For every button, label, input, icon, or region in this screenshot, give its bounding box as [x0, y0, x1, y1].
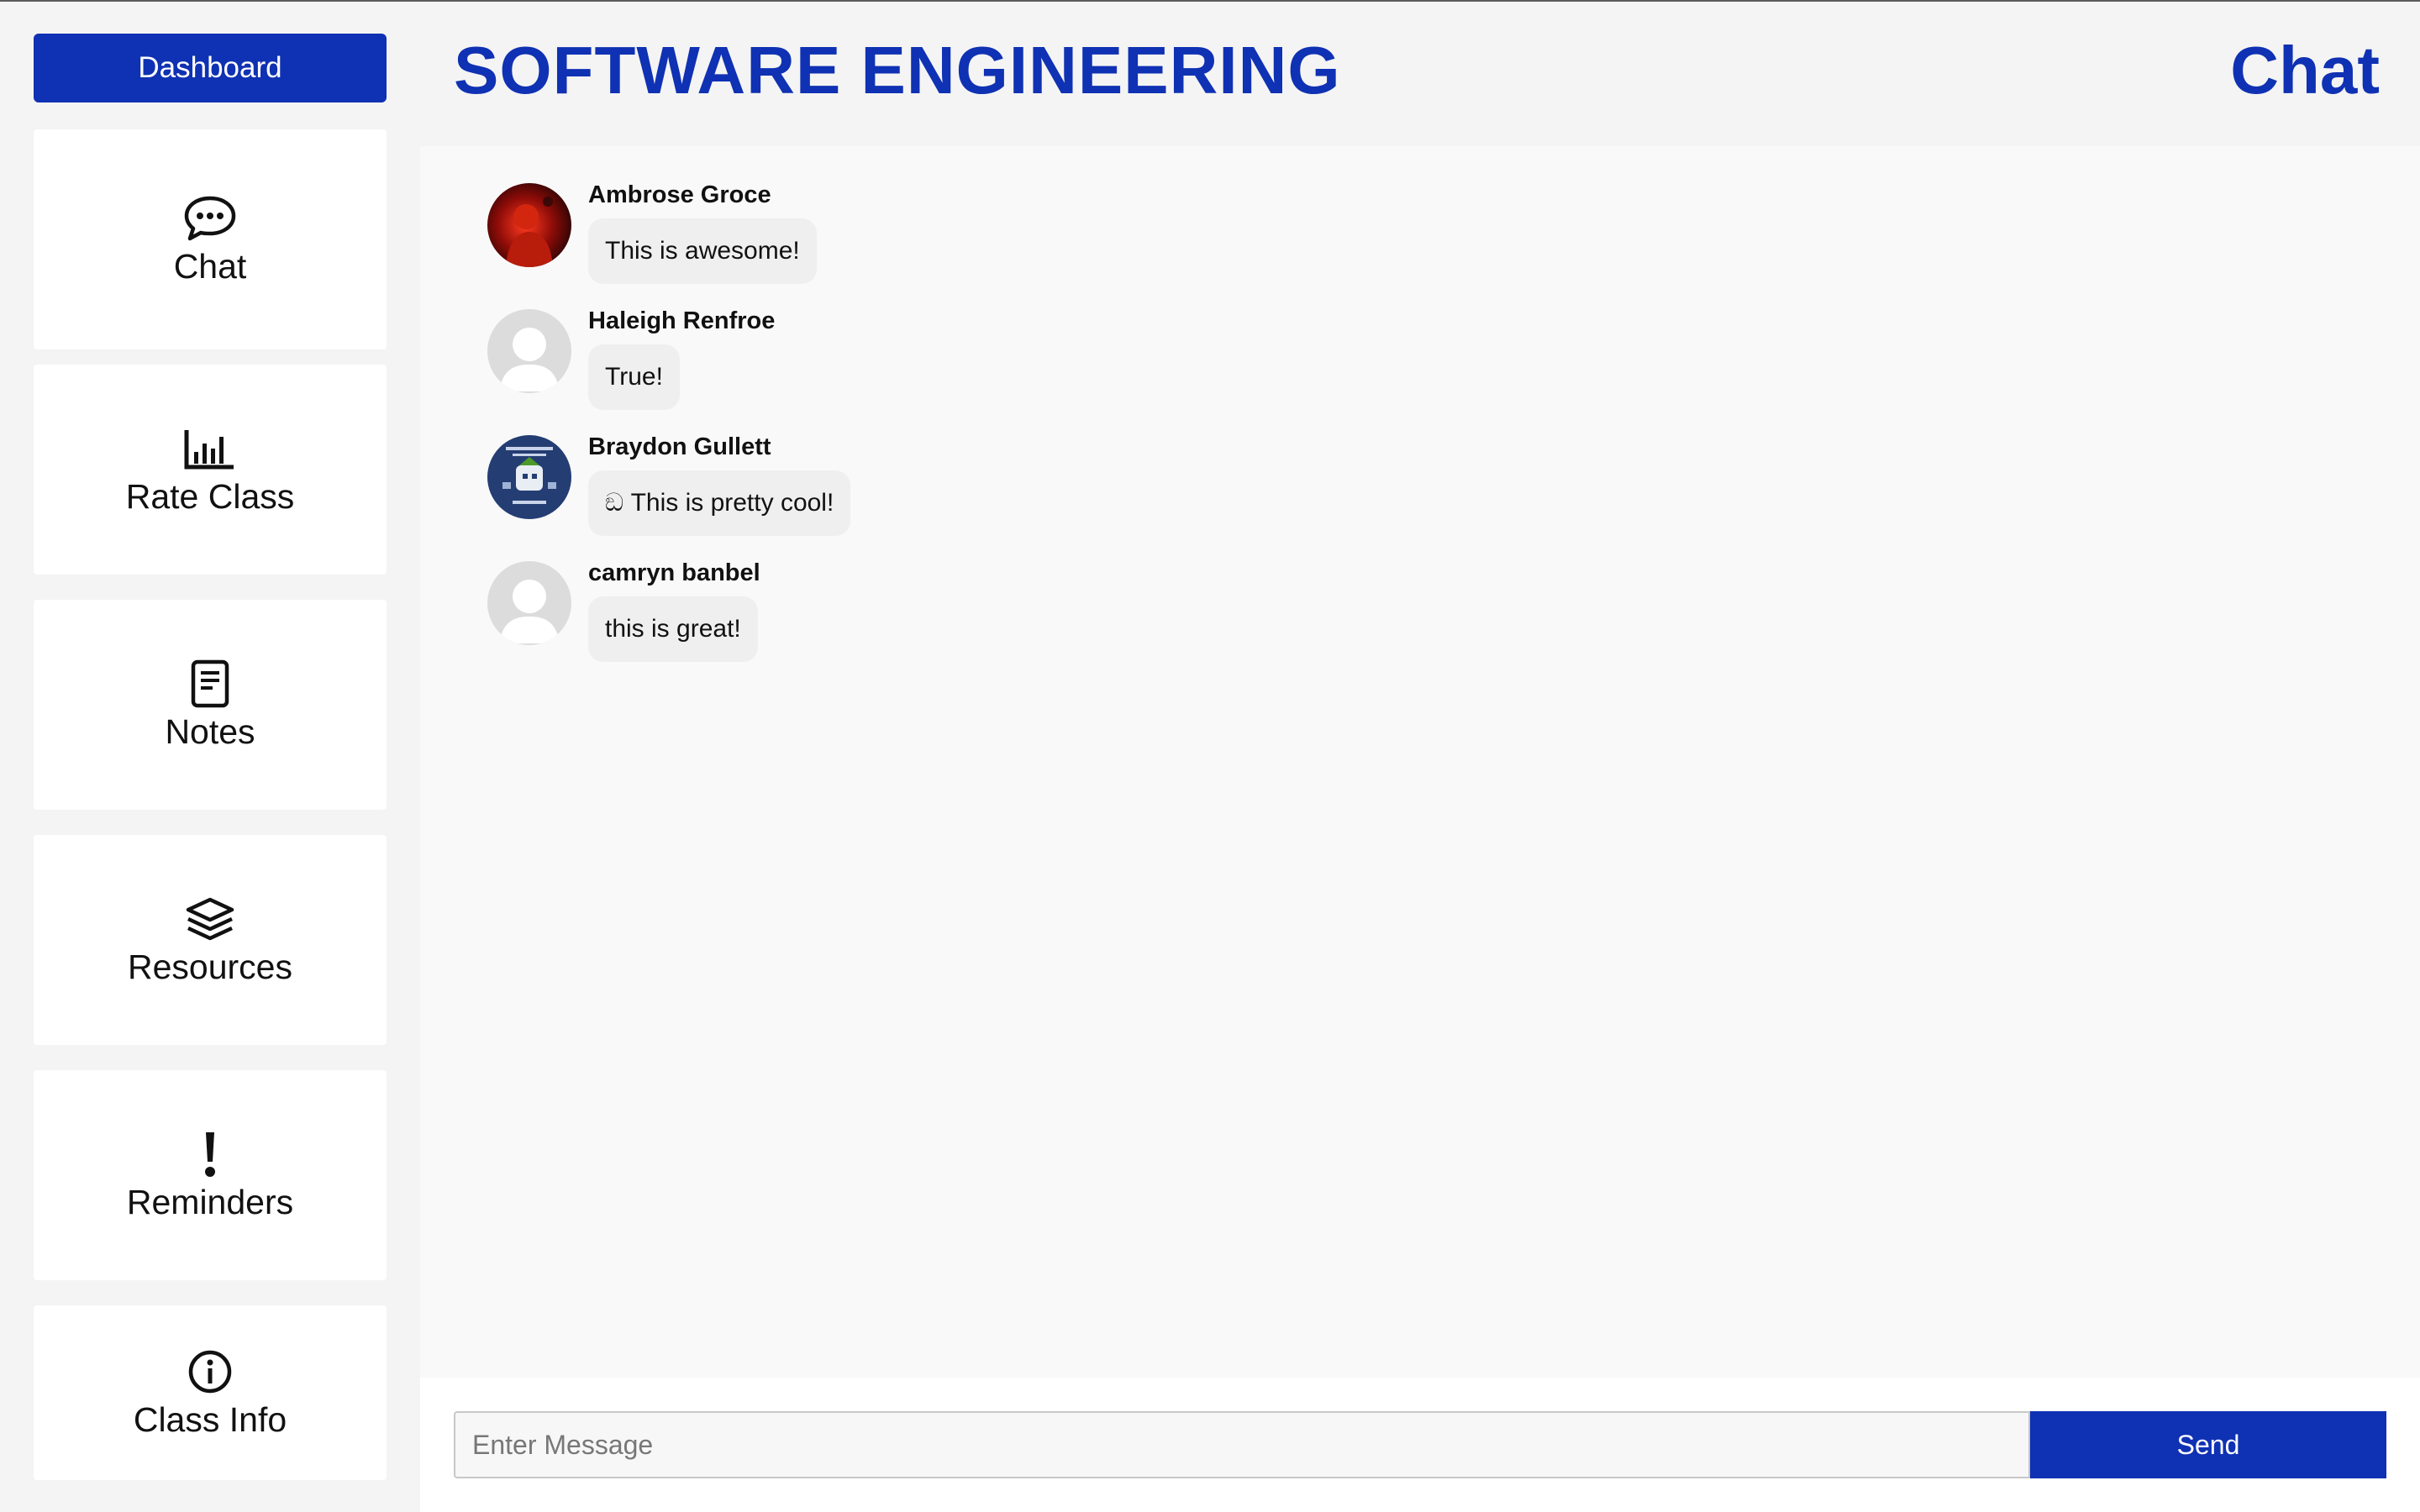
sidebar-item-label: Chat	[173, 247, 247, 286]
sidebar-item-label: Reminders	[126, 1183, 294, 1221]
notes-icon	[181, 657, 239, 711]
avatar[interactable]	[487, 561, 571, 645]
chat-messages-panel[interactable]: Ambrose Groce This is awesome! Haleigh R…	[420, 146, 2420, 1378]
sidebar-item-reminders[interactable]: Reminders	[34, 1070, 387, 1280]
sidebar-item-resources[interactable]: Resources	[34, 835, 387, 1045]
info-icon	[181, 1345, 239, 1399]
sidebar-item-label: Resources	[128, 948, 292, 986]
chat-bubble-icon	[181, 192, 239, 245]
sidebar-item-label: Class Info	[133, 1400, 287, 1439]
message-sender: camryn banbel	[588, 559, 760, 586]
sidebar-item-label: Rate Class	[125, 477, 295, 516]
sidebar-item-chat[interactable]: Chat	[34, 129, 387, 349]
app-window: Dashboard Chat Rate Class Notes Resource…	[0, 0, 2420, 1512]
message-input[interactable]	[454, 1411, 2030, 1478]
avatar[interactable]	[487, 183, 571, 267]
message-sender: Braydon Gullett	[588, 433, 771, 460]
send-button[interactable]: Send	[2030, 1411, 2386, 1478]
layers-icon	[181, 892, 239, 946]
bar-chart-icon	[181, 422, 239, 475]
message-sender: Ambrose Groce	[588, 181, 771, 208]
message-composer: Send	[420, 1378, 2420, 1512]
message-bubble: ඞ This is pretty cool!	[588, 470, 851, 536]
course-title: SOFTWARE ENGINEERING	[454, 33, 1341, 108]
exclamation-icon	[181, 1127, 239, 1181]
sidebar-item-label: Notes	[165, 712, 255, 751]
sidebar-item-rate-class[interactable]: Rate Class	[34, 365, 387, 575]
avatar[interactable]	[487, 435, 571, 519]
page-title: Chat	[2230, 33, 2380, 108]
message-bubble: This is awesome!	[588, 218, 817, 284]
message-bubble: True!	[588, 344, 680, 410]
sidebar-item-class-info[interactable]: Class Info	[34, 1305, 387, 1480]
sidebar-item-notes[interactable]: Notes	[34, 600, 387, 810]
avatar[interactable]	[487, 309, 571, 393]
dashboard-button-label: Dashboard	[138, 51, 282, 84]
send-button-label: Send	[2176, 1429, 2240, 1460]
dashboard-button[interactable]: Dashboard	[34, 34, 387, 102]
message-bubble: this is great!	[588, 596, 758, 662]
message-sender: Haleigh Renfroe	[588, 307, 776, 334]
